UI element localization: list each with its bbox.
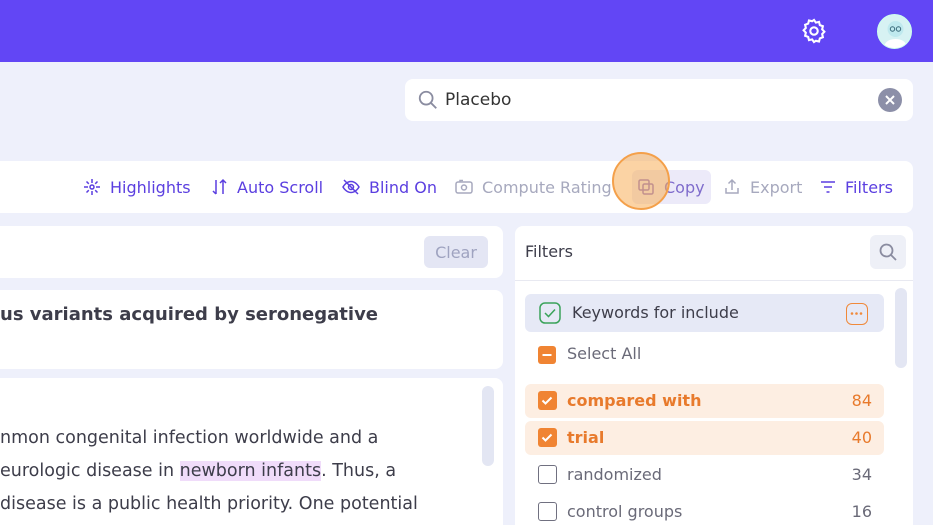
compute-rating-label: Compute Rating (482, 177, 612, 197)
filter-item-label: control groups (567, 502, 683, 521)
toolbar: Highlights Auto Scroll Blind On Compute … (0, 161, 913, 213)
highlights-button[interactable]: Highlights (82, 161, 191, 213)
filters-search-button[interactable] (870, 235, 906, 269)
more-icon[interactable] (846, 303, 868, 325)
article-title: us variants acquired by seronegative (0, 304, 379, 325)
abstract-line: nmon congenital infection worldwide and … (0, 428, 379, 448)
filter-item-label: trial (567, 428, 605, 447)
export-label: Export (750, 177, 803, 197)
highlights-label: Highlights (110, 177, 191, 197)
blind-icon (342, 179, 360, 195)
checkbox[interactable] (538, 465, 557, 484)
abstract-text: eurologic disease in (0, 461, 180, 481)
abstract-text: . Thus, a (321, 461, 397, 481)
highlights-icon (84, 179, 100, 195)
keyword-highlight[interactable]: newborn infants (179, 461, 322, 481)
filters-title: Filters (525, 242, 573, 261)
article-title-card: us variants acquired by seronegative (0, 290, 503, 369)
copy-button[interactable]: Copy (632, 170, 711, 204)
auto-scroll-button[interactable]: Auto Scroll (211, 161, 323, 213)
keywords-group[interactable]: Keywords for include (525, 294, 884, 332)
blind-on-label: Blind On (369, 177, 437, 197)
abstract-panel: nmon congenital infection worldwide and … (0, 378, 503, 525)
abstract-scrollbar[interactable] (482, 386, 494, 466)
auto-scroll-icon (212, 178, 227, 195)
abstract-line: eurologic disease in newborn infants. Th… (0, 461, 396, 481)
filter-item[interactable]: control groups 16 (525, 495, 884, 525)
filter-item[interactable]: trial 40 (525, 421, 884, 455)
search-icon (418, 90, 437, 109)
compute-rating-button[interactable]: Compute Rating (454, 161, 612, 213)
clear-icon (885, 95, 895, 105)
divider (515, 280, 913, 281)
filter-item[interactable]: compared with 84 (525, 384, 884, 418)
copy-icon (638, 179, 654, 195)
checkbox[interactable] (538, 391, 557, 410)
filters-label: Filters (845, 177, 893, 197)
filter-item-label: compared with (567, 391, 702, 410)
select-all-label: Select All (567, 344, 642, 363)
keywords-group-label: Keywords for include (572, 303, 739, 322)
filter-icon (821, 181, 835, 193)
search-bar[interactable]: Placebo (405, 79, 913, 121)
filter-item[interactable]: randomized 34 (525, 458, 884, 492)
clear-button[interactable]: Clear (424, 236, 488, 268)
clear-search-button[interactable] (878, 88, 902, 112)
search-input[interactable]: Placebo (445, 90, 511, 110)
copy-label: Copy (664, 177, 705, 197)
check-icon (539, 302, 561, 324)
abstract-line: disease is a public health priority. One… (0, 494, 418, 514)
filter-item-count: 34 (851, 465, 872, 484)
compute-rating-icon (455, 179, 473, 194)
blind-on-button[interactable]: Blind On (341, 161, 437, 213)
filter-item-count: 40 (851, 428, 872, 447)
filter-item-count: 84 (851, 391, 872, 410)
auto-scroll-label: Auto Scroll (237, 177, 324, 197)
filter-item-count: 16 (851, 502, 872, 521)
select-all-checkbox[interactable] (538, 346, 556, 364)
checkbox[interactable] (538, 502, 557, 521)
filter-item-label: randomized (567, 465, 662, 484)
select-all-row[interactable]: Select All (525, 337, 884, 371)
avatar[interactable] (877, 14, 912, 49)
highlight-bar: Clear (0, 226, 503, 278)
top-bar (0, 0, 933, 62)
filters-panel: Filters Keywords for include Select All … (515, 226, 913, 525)
checkbox[interactable] (538, 428, 557, 447)
search-icon (879, 243, 897, 261)
gear-icon[interactable] (800, 17, 828, 45)
export-button[interactable]: Export (722, 161, 802, 213)
export-icon (725, 178, 739, 194)
filters-scrollbar[interactable] (895, 288, 907, 368)
filters-button[interactable]: Filters (819, 161, 893, 213)
